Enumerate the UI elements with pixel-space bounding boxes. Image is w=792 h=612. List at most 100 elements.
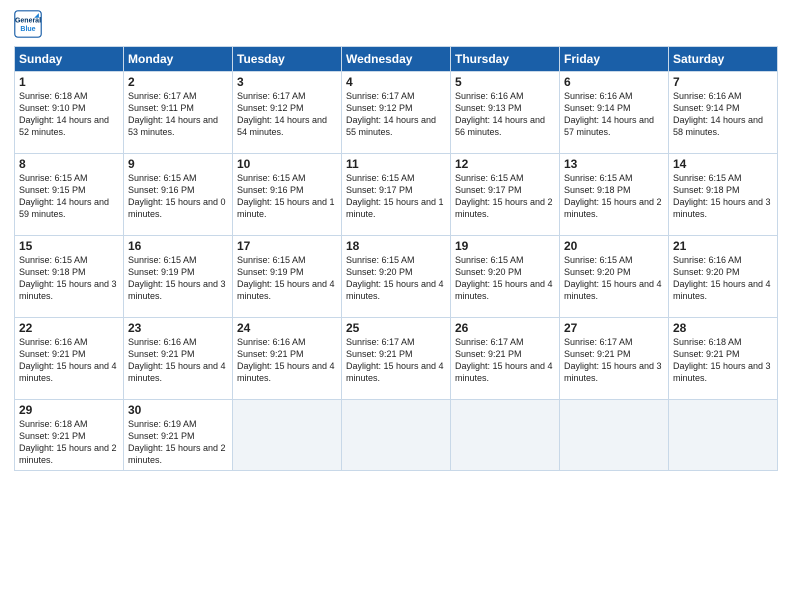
day-number: 21: [673, 239, 773, 253]
day-info: Sunrise: 6:15 AMSunset: 9:18 PMDaylight:…: [673, 173, 771, 219]
calendar-cell: 15 Sunrise: 6:15 AMSunset: 9:18 PMDayligh…: [15, 236, 124, 318]
day-info: Sunrise: 6:15 AMSunset: 9:15 PMDaylight:…: [19, 173, 109, 219]
day-number: 6: [564, 75, 664, 89]
calendar-cell: 2 Sunrise: 6:17 AMSunset: 9:11 PMDaylight…: [124, 72, 233, 154]
day-info: Sunrise: 6:15 AMSunset: 9:19 PMDaylight:…: [128, 255, 226, 301]
calendar-cell: 3 Sunrise: 6:17 AMSunset: 9:12 PMDaylight…: [233, 72, 342, 154]
page: General Blue SundayMondayTuesdayWednesda…: [0, 0, 792, 612]
day-info: Sunrise: 6:17 AMSunset: 9:21 PMDaylight:…: [455, 337, 553, 383]
calendar-header-monday: Monday: [124, 47, 233, 72]
day-info: Sunrise: 6:17 AMSunset: 9:12 PMDaylight:…: [346, 91, 436, 137]
calendar-cell: 27Sunrise: 6:17 AMSunset: 9:21 PMDayligh…: [560, 318, 669, 400]
day-number: 9: [128, 157, 228, 171]
calendar-week-3: 15 Sunrise: 6:15 AMSunset: 9:18 PMDayligh…: [15, 236, 778, 318]
calendar-cell: 20 Sunrise: 6:15 AMSunset: 9:20 PMDayligh…: [560, 236, 669, 318]
day-number: 29: [19, 403, 119, 417]
svg-text:Blue: Blue: [20, 26, 35, 33]
calendar-cell: 19 Sunrise: 6:15 AMSunset: 9:20 PMDayligh…: [451, 236, 560, 318]
svg-text:General: General: [15, 17, 41, 24]
day-info: Sunrise: 6:17 AMSunset: 9:11 PMDaylight:…: [128, 91, 218, 137]
day-info: Sunrise: 6:16 AMSunset: 9:21 PMDaylight:…: [128, 337, 226, 383]
calendar-cell: 9 Sunrise: 6:15 AMSunset: 9:16 PMDaylight…: [124, 154, 233, 236]
calendar-cell: 10 Sunrise: 6:15 AMSunset: 9:16 PMDayligh…: [233, 154, 342, 236]
day-info: Sunrise: 6:15 AMSunset: 9:16 PMDaylight:…: [128, 173, 226, 219]
calendar-cell: [560, 400, 669, 471]
calendar-cell: 26 Sunrise: 6:17 AMSunset: 9:21 PMDayligh…: [451, 318, 560, 400]
day-info: Sunrise: 6:15 AMSunset: 9:19 PMDaylight:…: [237, 255, 335, 301]
day-number: 25: [346, 321, 446, 335]
calendar-week-5: 29 Sunrise: 6:18 AMSunset: 9:21 PMDayligh…: [15, 400, 778, 471]
day-info: Sunrise: 6:16 AMSunset: 9:21 PMDaylight:…: [19, 337, 117, 383]
calendar: SundayMondayTuesdayWednesdayThursdayFrid…: [14, 46, 778, 471]
day-info: Sunrise: 6:15 AMSunset: 9:20 PMDaylight:…: [455, 255, 553, 301]
calendar-cell: 28Sunrise: 6:18 AMSunset: 9:21 PMDayligh…: [669, 318, 778, 400]
day-info: Sunrise: 6:15 AMSunset: 9:20 PMDaylight:…: [346, 255, 444, 301]
calendar-header-saturday: Saturday: [669, 47, 778, 72]
day-info: Sunrise: 6:15 AMSunset: 9:20 PMDaylight:…: [564, 255, 662, 301]
calendar-cell: 11 Sunrise: 6:15 AMSunset: 9:17 PMDayligh…: [342, 154, 451, 236]
calendar-cell: 23 Sunrise: 6:16 AMSunset: 9:21 PMDayligh…: [124, 318, 233, 400]
day-number: 16: [128, 239, 228, 253]
day-number: 23: [128, 321, 228, 335]
calendar-cell: 12 Sunrise: 6:15 AMSunset: 9:17 PMDayligh…: [451, 154, 560, 236]
calendar-header-row: SundayMondayTuesdayWednesdayThursdayFrid…: [15, 47, 778, 72]
day-info: Sunrise: 6:19 AMSunset: 9:21 PMDaylight:…: [128, 419, 226, 465]
calendar-header-thursday: Thursday: [451, 47, 560, 72]
calendar-cell: 8 Sunrise: 6:15 AMSunset: 9:15 PMDaylight…: [15, 154, 124, 236]
day-number: 14: [673, 157, 773, 171]
calendar-cell: [233, 400, 342, 471]
day-number: 8: [19, 157, 119, 171]
logo: General Blue: [14, 10, 42, 38]
day-number: 26: [455, 321, 555, 335]
day-number: 11: [346, 157, 446, 171]
day-number: 5: [455, 75, 555, 89]
day-info: Sunrise: 6:17 AMSunset: 9:21 PMDaylight:…: [564, 337, 662, 383]
calendar-week-4: 22 Sunrise: 6:16 AMSunset: 9:21 PMDayligh…: [15, 318, 778, 400]
day-info: Sunrise: 6:16 AMSunset: 9:21 PMDaylight:…: [237, 337, 335, 383]
calendar-cell: 7Sunrise: 6:16 AMSunset: 9:14 PMDaylight…: [669, 72, 778, 154]
calendar-cell: 29 Sunrise: 6:18 AMSunset: 9:21 PMDayligh…: [15, 400, 124, 471]
day-number: 24: [237, 321, 337, 335]
day-info: Sunrise: 6:15 AMSunset: 9:17 PMDaylight:…: [346, 173, 444, 219]
day-number: 19: [455, 239, 555, 253]
day-number: 10: [237, 157, 337, 171]
calendar-cell: 25 Sunrise: 6:17 AMSunset: 9:21 PMDayligh…: [342, 318, 451, 400]
calendar-cell: 13Sunrise: 6:15 AMSunset: 9:18 PMDayligh…: [560, 154, 669, 236]
day-info: Sunrise: 6:16 AMSunset: 9:13 PMDaylight:…: [455, 91, 545, 137]
day-number: 15: [19, 239, 119, 253]
day-info: Sunrise: 6:18 AMSunset: 9:21 PMDaylight:…: [673, 337, 771, 383]
day-number: 7: [673, 75, 773, 89]
calendar-cell: 18Sunrise: 6:15 AMSunset: 9:20 PMDayligh…: [342, 236, 451, 318]
calendar-cell: [451, 400, 560, 471]
day-info: Sunrise: 6:15 AMSunset: 9:16 PMDaylight:…: [237, 173, 335, 219]
calendar-week-1: 1 Sunrise: 6:18 AMSunset: 9:10 PMDaylight…: [15, 72, 778, 154]
day-info: Sunrise: 6:18 AMSunset: 9:10 PMDaylight:…: [19, 91, 109, 137]
day-info: Sunrise: 6:15 AMSunset: 9:17 PMDaylight:…: [455, 173, 553, 219]
day-info: Sunrise: 6:17 AMSunset: 9:12 PMDaylight:…: [237, 91, 327, 137]
calendar-cell: [669, 400, 778, 471]
day-number: 17: [237, 239, 337, 253]
calendar-cell: 4Sunrise: 6:17 AMSunset: 9:12 PMDaylight…: [342, 72, 451, 154]
day-info: Sunrise: 6:17 AMSunset: 9:21 PMDaylight:…: [346, 337, 444, 383]
day-number: 3: [237, 75, 337, 89]
calendar-cell: [342, 400, 451, 471]
day-info: Sunrise: 6:16 AMSunset: 9:14 PMDaylight:…: [564, 91, 654, 137]
calendar-week-2: 8 Sunrise: 6:15 AMSunset: 9:15 PMDaylight…: [15, 154, 778, 236]
calendar-cell: 21Sunrise: 6:16 AMSunset: 9:20 PMDayligh…: [669, 236, 778, 318]
calendar-header-wednesday: Wednesday: [342, 47, 451, 72]
calendar-cell: 5 Sunrise: 6:16 AMSunset: 9:13 PMDaylight…: [451, 72, 560, 154]
calendar-header-sunday: Sunday: [15, 47, 124, 72]
calendar-cell: 17 Sunrise: 6:15 AMSunset: 9:19 PMDayligh…: [233, 236, 342, 318]
day-number: 22: [19, 321, 119, 335]
day-info: Sunrise: 6:18 AMSunset: 9:21 PMDaylight:…: [19, 419, 117, 465]
header: General Blue: [14, 10, 778, 38]
day-number: 2: [128, 75, 228, 89]
day-number: 20: [564, 239, 664, 253]
logo-icon: General Blue: [14, 10, 42, 38]
day-number: 1: [19, 75, 119, 89]
day-info: Sunrise: 6:15 AMSunset: 9:18 PMDaylight:…: [564, 173, 662, 219]
calendar-cell: 6 Sunrise: 6:16 AMSunset: 9:14 PMDaylight…: [560, 72, 669, 154]
day-number: 12: [455, 157, 555, 171]
day-info: Sunrise: 6:15 AMSunset: 9:18 PMDaylight:…: [19, 255, 117, 301]
calendar-cell: 14 Sunrise: 6:15 AMSunset: 9:18 PMDayligh…: [669, 154, 778, 236]
